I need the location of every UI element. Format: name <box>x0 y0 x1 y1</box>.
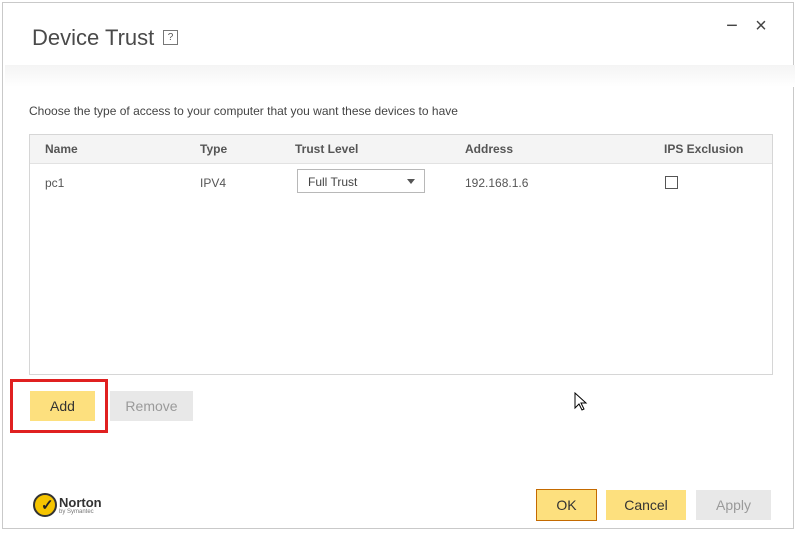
help-icon[interactable]: ? <box>163 30 178 45</box>
column-header-name[interactable]: Name <box>45 142 78 156</box>
column-header-trust-level[interactable]: Trust Level <box>295 142 358 156</box>
device-trust-dialog: Device Trust ? − × Choose the type of ac… <box>2 2 795 529</box>
trust-level-value: Full Trust <box>308 175 358 189</box>
dialog-title: Device Trust <box>32 25 155 50</box>
table-header: Name Type Trust Level Address IPS Exclus… <box>30 135 772 164</box>
remove-button[interactable]: Remove <box>110 391 193 421</box>
devices-table: Name Type Trust Level Address IPS Exclus… <box>29 134 773 375</box>
mouse-cursor-icon <box>574 392 588 411</box>
close-button[interactable]: × <box>750 15 772 37</box>
instruction-text: Choose the type of access to your comput… <box>29 104 458 118</box>
chevron-down-icon <box>407 179 415 184</box>
minimize-button[interactable]: − <box>721 15 743 37</box>
norton-brand-sub: by Symantec <box>59 509 94 515</box>
column-header-type[interactable]: Type <box>200 142 227 156</box>
column-header-ips-exclusion[interactable]: IPS Exclusion <box>664 142 743 156</box>
norton-check-icon: ✓ <box>33 493 57 517</box>
ok-button[interactable]: OK <box>536 489 597 521</box>
device-type-cell: IPV4 <box>200 176 227 190</box>
device-name-cell: pc1 <box>45 176 65 190</box>
norton-logo: ✓ Norton by Symantec <box>33 493 108 519</box>
apply-button[interactable]: Apply <box>696 490 771 520</box>
ips-exclusion-checkbox[interactable] <box>665 176 678 189</box>
norton-brand-name: Norton <box>59 495 102 510</box>
add-button[interactable]: Add <box>30 391 95 421</box>
column-header-address[interactable]: Address <box>465 142 513 156</box>
cancel-button[interactable]: Cancel <box>606 490 686 520</box>
header-divider <box>5 65 795 87</box>
device-address-cell: 192.168.1.6 <box>465 176 529 190</box>
trust-level-dropdown[interactable]: Full Trust <box>297 169 425 193</box>
